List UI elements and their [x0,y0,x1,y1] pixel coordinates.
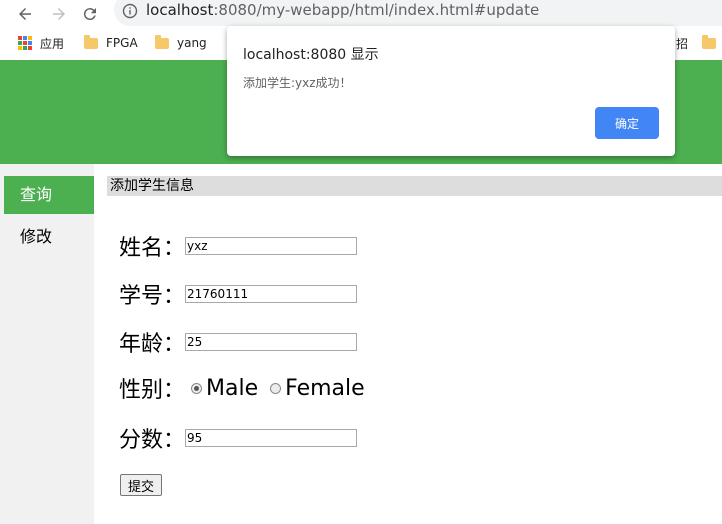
section-title: 添加学生信息 [107,176,722,196]
alert-dialog: localhost:8080 显示 添加学生:yxz成功！ 确定 [227,26,675,156]
gender-female-label: Female [285,375,365,401]
sidebar-item-modify[interactable]: 修改 [4,218,94,256]
reload-icon[interactable] [79,3,101,25]
bookmark-label: 应用 [40,36,65,51]
bookmark-label: FPGA [106,36,138,50]
back-arrow-icon[interactable] [14,3,36,25]
forward-arrow-icon[interactable] [48,3,70,25]
name-label: 姓名： [119,236,186,261]
folder-icon [155,34,169,49]
score-row: 分数： [119,422,358,454]
sidebar: 查询 修改 [0,164,94,524]
gender-row: 性别： Male Female [119,372,377,404]
gender-label: 性别： [119,378,186,403]
age-field[interactable] [185,333,358,351]
dialog-title: localhost:8080 显示 [243,47,379,63]
browser-toolbar: localhost:8080/my-webapp/html/index.html… [0,0,722,28]
id-row: 学号： [119,278,358,310]
score-field[interactable] [185,429,358,447]
student-id-label: 学号： [119,284,186,309]
bookmark-label: 招 [676,36,689,51]
info-icon[interactable] [122,3,138,19]
apps-grid-icon [18,36,32,50]
dialog-ok-button[interactable]: 确定 [595,107,659,139]
bookmark-apps[interactable]: 应用 [18,33,64,53]
gender-male-radio[interactable] [191,382,203,394]
gender-female-radio[interactable] [270,382,282,394]
student-id-field[interactable] [185,285,358,303]
score-label: 分数： [119,428,186,453]
age-label: 年龄： [119,332,186,357]
bookmark-yang[interactable]: yang [155,33,207,53]
bookmark-fpga[interactable]: FPGA [84,33,138,53]
name-row: 姓名： [119,230,358,262]
bookmark-label: yang [177,36,207,50]
url-text[interactable]: localhost:8080/my-webapp/html/index.html… [146,1,539,19]
age-row: 年龄： [119,326,358,358]
folder-icon [84,34,98,49]
gender-male-label: Male [206,375,259,401]
submit-button[interactable]: 提交 [120,474,162,496]
dialog-message: 添加学生:yxz成功！ [243,76,352,90]
sidebar-item-query[interactable]: 查询 [4,176,94,214]
name-field[interactable] [185,237,358,255]
bookmark-zhao[interactable]: 招 [676,33,722,53]
folder-icon [702,34,717,49]
